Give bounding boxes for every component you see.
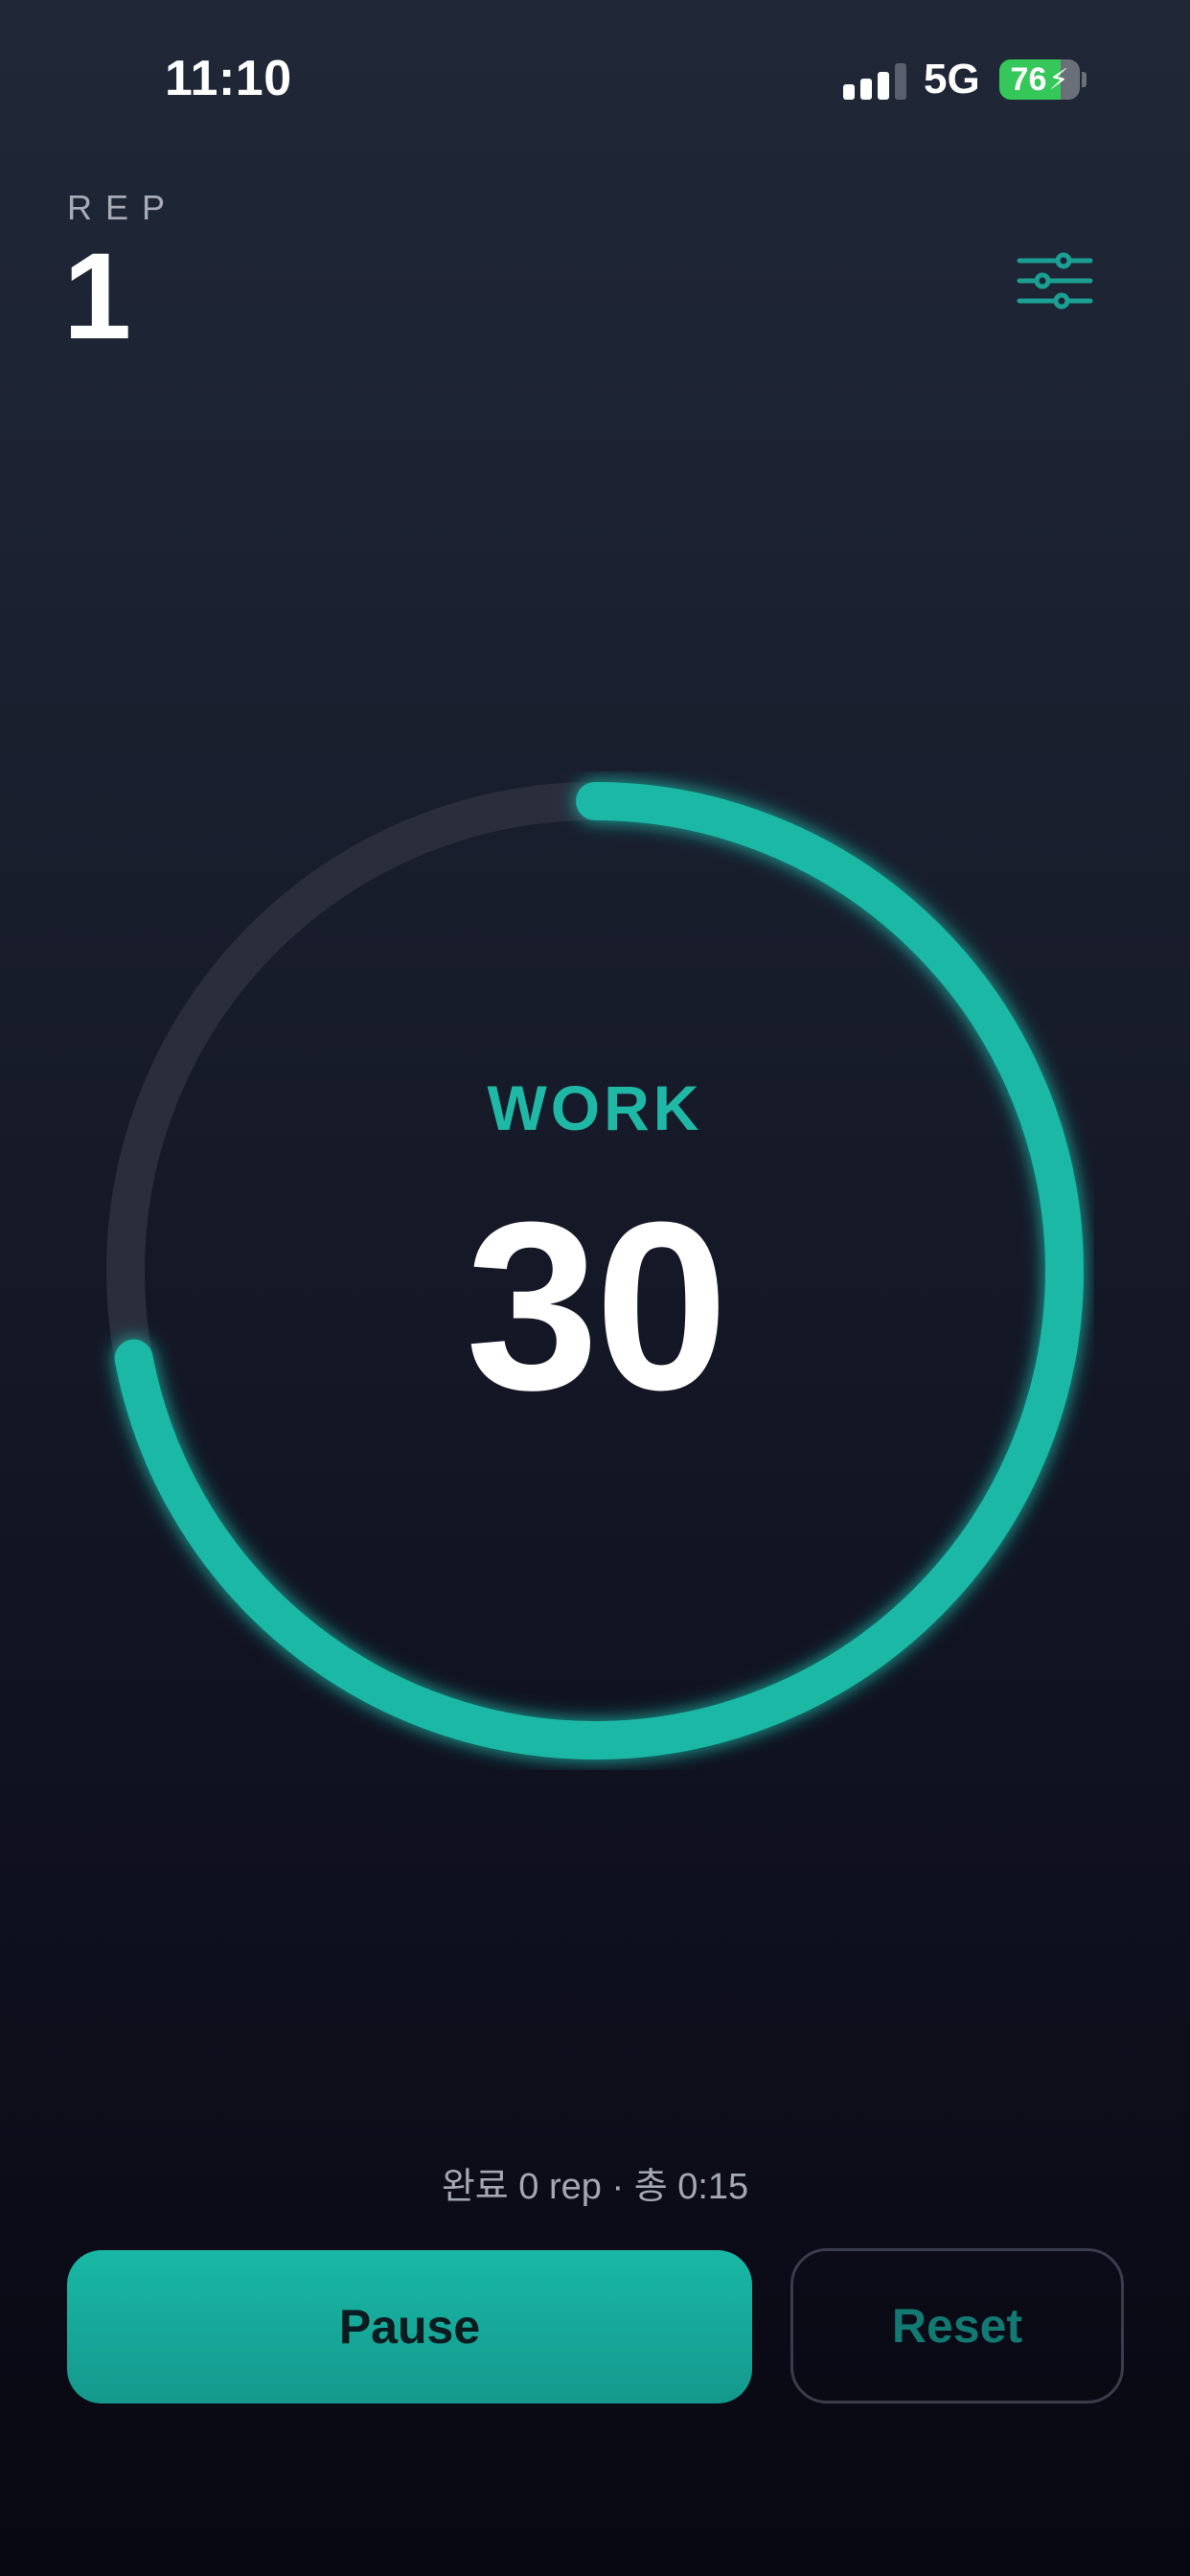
- rep-count: 1: [63, 228, 132, 365]
- session-summary: 완료 0 rep · 총 0:15: [441, 2167, 749, 2207]
- countdown-timer: 30: [465, 1172, 728, 1439]
- charging-bolt-icon: ⚡: [1048, 63, 1069, 96]
- battery-icon: 76 ⚡: [999, 59, 1080, 100]
- battery-cap: [1082, 72, 1087, 87]
- status-bar: 11:10 5G 76 ⚡: [0, 0, 1190, 163]
- rep-label: REP: [67, 188, 179, 227]
- status-time: 11:10: [165, 51, 292, 106]
- phase-label: WORK: [487, 1072, 703, 1143]
- network-type: 5G: [924, 56, 980, 103]
- reset-button[interactable]: Reset: [790, 2248, 1124, 2404]
- sliders-icon: [1017, 252, 1093, 310]
- battery-level: 76: [1010, 60, 1047, 98]
- cellular-signal-icon: [843, 61, 906, 100]
- pause-button[interactable]: Pause: [67, 2250, 752, 2404]
- settings-button[interactable]: [1014, 247, 1096, 314]
